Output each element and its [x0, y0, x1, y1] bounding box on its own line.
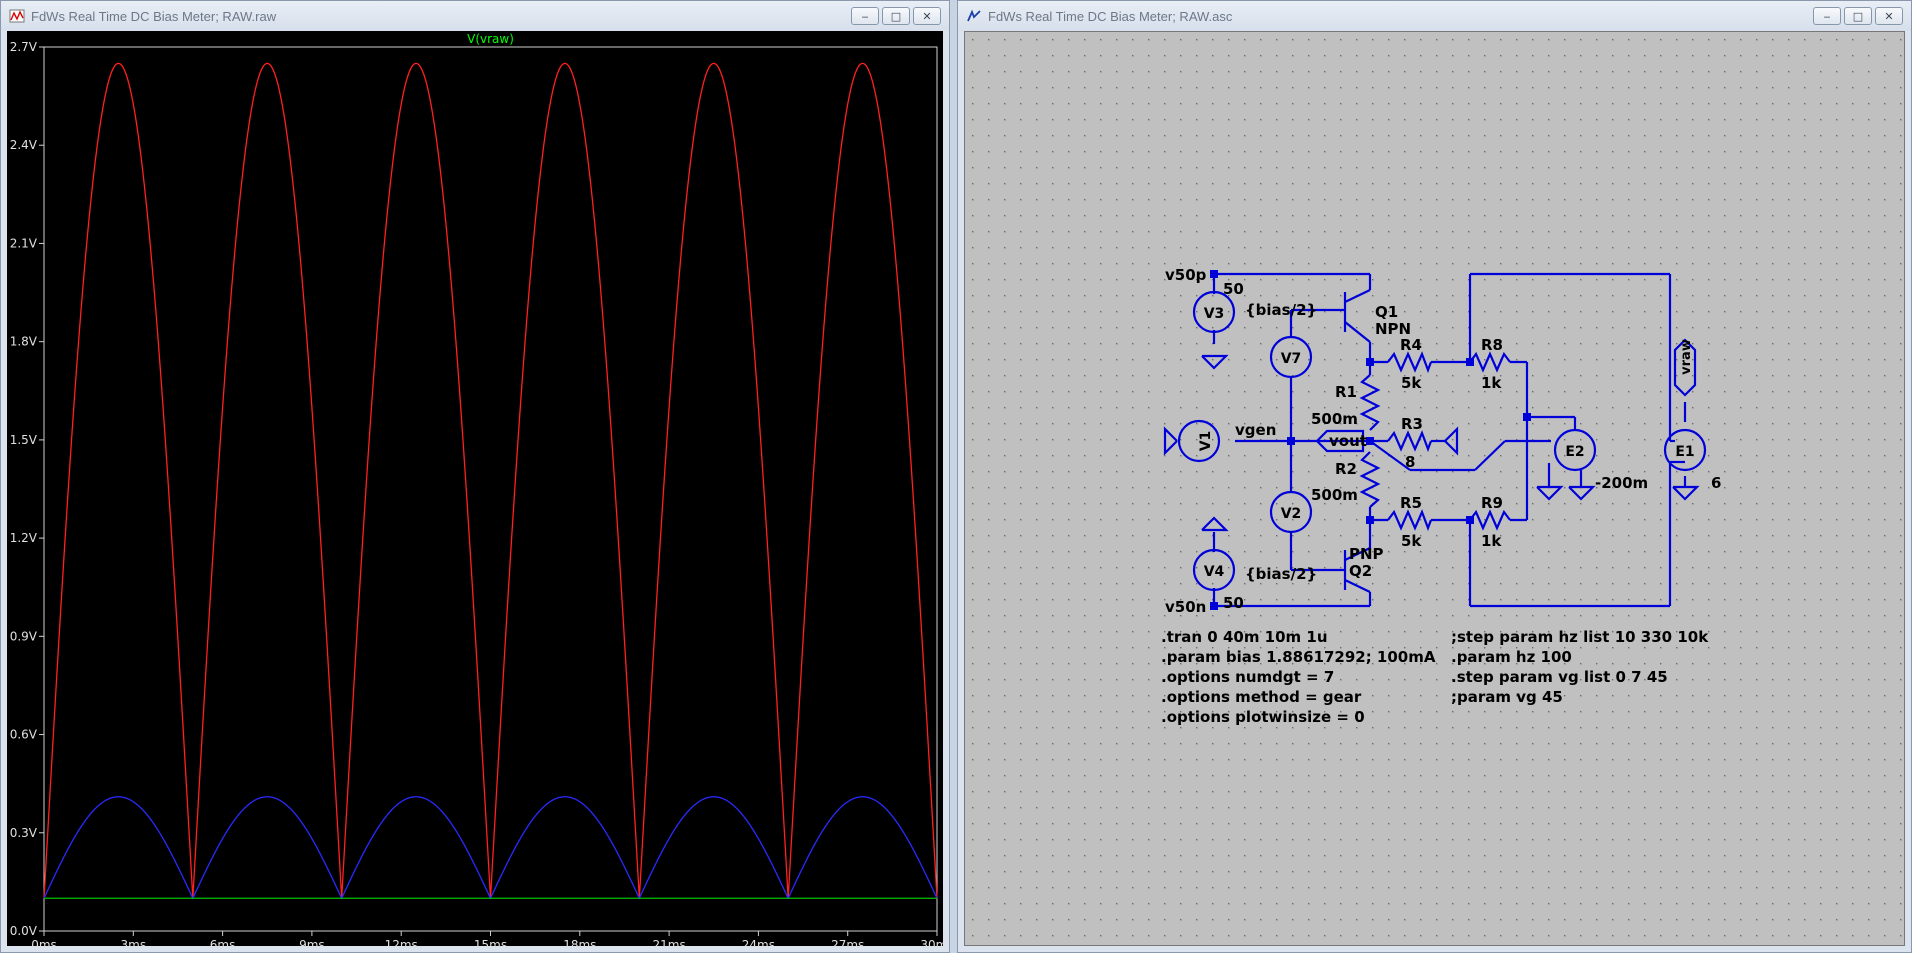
v50p-label: v50p [1165, 266, 1207, 284]
e2-value: -200m [1595, 474, 1648, 492]
q2-label: Q2 [1349, 562, 1372, 580]
r4-label: R4 [1400, 336, 1422, 354]
r9-label: R9 [1481, 494, 1503, 512]
minimize-button[interactable]: ‒ [1813, 7, 1841, 25]
q2-type: PNP [1349, 545, 1384, 563]
vout-label: vout [1329, 432, 1367, 450]
bias-bottom-label: {bias/2} [1245, 565, 1317, 583]
x-tick-label: 18ms [563, 938, 596, 948]
v3-value: 50 [1223, 280, 1244, 298]
y-tick-label: 1.2V [10, 531, 38, 545]
directive-left-5[interactable]: .options plotwinsize = 0 [1161, 708, 1365, 726]
v7-name: V7 [1281, 351, 1302, 367]
r2-label: R2 [1335, 460, 1357, 478]
directive-left-4[interactable]: .options method = gear [1161, 688, 1362, 706]
e1-value: 6 [1711, 474, 1721, 492]
v50n-label: v50n [1165, 598, 1206, 616]
bias-top-label: {bias/2} [1245, 301, 1317, 319]
directive-right-2[interactable]: .param hz 100 [1451, 648, 1572, 666]
directive-left-3[interactable]: .options numdgt = 7 [1161, 668, 1334, 686]
minimize-button[interactable]: ‒ [851, 7, 879, 25]
close-button[interactable]: ✕ [1875, 7, 1903, 25]
directive-left-1[interactable]: .tran 0 40m 10m 1u [1161, 628, 1328, 646]
plot-frame [43, 46, 938, 932]
q1-label: Q1 [1375, 303, 1398, 321]
r5-value: 5k [1401, 532, 1422, 550]
r8-value: 1k [1481, 374, 1502, 392]
series-line [43, 796, 938, 900]
grid-dots [965, 32, 1906, 947]
e2-name: E2 [1565, 444, 1584, 460]
y-tick-label: 0.3V [10, 826, 38, 840]
schematic-drawing[interactable]: v50p 50 {bias/2} Q1 NPN R4 5k R8 1k R1 5… [965, 32, 1906, 947]
trace-label[interactable]: V(vraw) [467, 32, 514, 46]
v4-name: V4 [1204, 564, 1225, 580]
y-tick-label: 1.8V [10, 335, 38, 349]
y-tick-label: 0.9V [10, 629, 38, 643]
r4-value: 5k [1401, 374, 1422, 392]
directive-right-4[interactable]: ;param vg 45 [1451, 688, 1563, 706]
maximize-button[interactable]: □ [1844, 7, 1872, 25]
x-tick-label: 15ms [474, 938, 507, 948]
x-tick-label: 24ms [742, 938, 775, 948]
e1-name: E1 [1675, 444, 1694, 460]
y-tick-label: 2.7V [10, 40, 38, 54]
y-tick-label: 1.5V [10, 433, 38, 447]
vgen-label: vgen [1235, 421, 1276, 439]
r3-label: R3 [1401, 415, 1423, 433]
r3-value: 8 [1405, 453, 1415, 471]
plot-window-title: FdWs Real Time DC Bias Meter; RAW.raw [31, 8, 277, 24]
plot-window[interactable]: FdWs Real Time DC Bias Meter; RAW.raw ‒ … [0, 0, 954, 953]
x-tick-label: 3ms [121, 938, 147, 948]
v4-value: 50 [1223, 594, 1244, 612]
v3-name: V3 [1204, 306, 1225, 322]
plot-pane[interactable]: 0ms 3ms 6ms 9ms 12ms 15ms 18ms 21ms 24ms 27ms 30ms… [7, 31, 954, 952]
series-line [43, 62, 938, 899]
schematic-canvas[interactable]: v50p 50 {bias/2} Q1 NPN R4 5k R8 1k R1 5… [964, 31, 1906, 947]
schematic-window-titlebar[interactable]: FdWs Real Time DC Bias Meter; RAW.asc ‒ … [958, 1, 1911, 31]
r1-label: R1 [1335, 383, 1357, 401]
schematic-window[interactable]: FdWs Real Time DC Bias Meter; RAW.asc ‒ … [957, 0, 1912, 953]
r9-value: 1k [1481, 532, 1502, 550]
directive-left-2[interactable]: .param bias 1.88617292; 100mA [1161, 648, 1436, 666]
r2-value: 500m [1311, 486, 1358, 504]
v2-name: V2 [1281, 506, 1302, 522]
close-button[interactable]: ✕ [913, 7, 941, 25]
v1-name: V1 [1198, 431, 1214, 452]
schematic-app-icon [966, 8, 982, 24]
x-tick-label: 21ms [652, 938, 685, 948]
x-tick-label: 27ms [831, 938, 864, 948]
waveform-app-icon [9, 8, 25, 24]
waveform-plot[interactable]: 0ms 3ms 6ms 9ms 12ms 15ms 18ms 21ms 24ms 27ms 30ms… [7, 31, 954, 952]
r8-label: R8 [1481, 336, 1503, 354]
vraw-label: vraw [1679, 339, 1694, 375]
r1-value: 500m [1311, 410, 1358, 428]
x-tick-label: 30ms [920, 938, 945, 948]
directive-right-1[interactable]: ;step param hz list 10 330 10k [1451, 628, 1709, 646]
plot-window-titlebar[interactable]: FdWs Real Time DC Bias Meter; RAW.raw ‒ … [1, 1, 949, 31]
r5-label: R5 [1400, 494, 1422, 512]
y-tick-label: 0.0V [10, 924, 38, 938]
x-tick-label: 6ms [210, 938, 236, 948]
schematic-window-title: FdWs Real Time DC Bias Meter; RAW.asc [988, 8, 1233, 24]
maximize-button[interactable]: □ [882, 7, 910, 25]
x-tick-label: 12ms [385, 938, 418, 948]
x-tick-label: 9ms [299, 938, 325, 948]
y-tick-label: 0.6V [10, 728, 38, 742]
x-tick-label: 0ms [31, 938, 57, 948]
y-tick-label: 2.1V [10, 236, 38, 250]
y-tick-label: 2.4V [10, 138, 38, 152]
directive-right-3[interactable]: .step param vg list 0 7 45 [1451, 668, 1668, 686]
